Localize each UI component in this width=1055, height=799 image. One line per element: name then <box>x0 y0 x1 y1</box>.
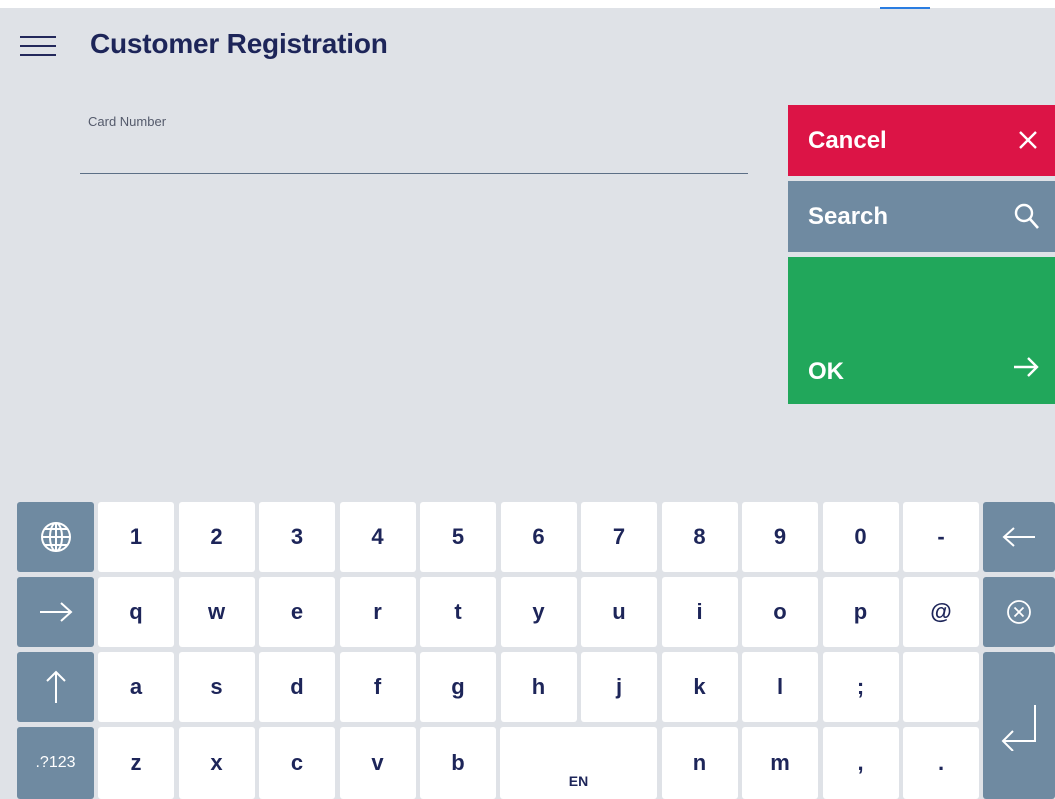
key-u[interactable]: u <box>581 577 657 647</box>
backspace-arrow-icon[interactable] <box>983 502 1055 572</box>
key-t[interactable]: t <box>420 577 496 647</box>
key-,[interactable]: , <box>822 727 899 799</box>
card-number-input[interactable] <box>80 136 748 174</box>
key-blank[interactable] <box>903 652 979 722</box>
key-k[interactable]: k <box>661 652 738 722</box>
key-x[interactable]: x <box>178 727 255 799</box>
shift-arrow-icon[interactable] <box>17 652 94 722</box>
key-;[interactable]: ; <box>822 652 899 722</box>
key-7[interactable]: 7 <box>581 502 657 572</box>
key-0[interactable]: 0 <box>822 502 899 572</box>
key-.[interactable]: . <box>903 727 979 799</box>
key-a[interactable]: a <box>98 652 174 722</box>
key-8[interactable]: 8 <box>661 502 738 572</box>
key-d[interactable]: d <box>259 652 335 722</box>
key-3[interactable]: 3 <box>259 502 335 572</box>
enter-icon[interactable] <box>983 652 1055 799</box>
page-title: Customer Registration <box>90 28 388 59</box>
key-v[interactable]: v <box>339 727 416 799</box>
hamburger-menu-icon[interactable] <box>20 32 56 60</box>
key-i[interactable]: i <box>661 577 738 647</box>
key-l[interactable]: l <box>742 652 818 722</box>
top-strip <box>0 0 1055 9</box>
key-c[interactable]: c <box>259 727 335 799</box>
key-j[interactable]: j <box>581 652 657 722</box>
key-4[interactable]: 4 <box>339 502 416 572</box>
close-icon <box>1015 127 1041 160</box>
key-1[interactable]: 1 <box>98 502 174 572</box>
key--[interactable]: - <box>903 502 979 572</box>
key-g[interactable]: g <box>420 652 496 722</box>
key-9[interactable]: 9 <box>742 502 818 572</box>
symbols-key[interactable]: .?123 <box>17 727 94 799</box>
ok-button-label: OK <box>808 358 844 385</box>
search-button[interactable]: Search <box>788 181 1055 252</box>
clear-x-icon[interactable] <box>983 577 1055 647</box>
header: Customer Registration <box>0 8 1055 84</box>
key-p[interactable]: p <box>822 577 899 647</box>
key-f[interactable]: f <box>339 652 416 722</box>
key-n[interactable]: n <box>661 727 738 799</box>
globe-icon[interactable] <box>17 502 94 572</box>
tab-arrow-icon[interactable] <box>17 577 94 647</box>
arrow-right-icon <box>1011 352 1041 389</box>
key-6[interactable]: 6 <box>500 502 577 572</box>
key-e[interactable]: e <box>259 577 335 647</box>
key-m[interactable]: m <box>742 727 818 799</box>
key-o[interactable]: o <box>742 577 818 647</box>
key-y[interactable]: y <box>500 577 577 647</box>
on-screen-keyboard: .?123 EN 1 2 3 4 5 6 7 8 9 0- q w e r t y u i o p @ a s d f g h j k l… <box>0 499 1055 799</box>
search-button-label: Search <box>808 203 889 230</box>
key-2[interactable]: 2 <box>178 502 255 572</box>
key-b[interactable]: b <box>420 727 496 799</box>
key-s[interactable]: s <box>178 652 255 722</box>
cancel-button-label: Cancel <box>808 127 887 154</box>
key-h[interactable]: h <box>500 652 577 722</box>
cancel-button[interactable]: Cancel <box>788 105 1055 176</box>
key-5[interactable]: 5 <box>420 502 496 572</box>
ok-button[interactable]: OK <box>788 257 1055 404</box>
search-icon <box>1013 201 1041 238</box>
card-number-label: Card Number <box>88 114 167 129</box>
key-@[interactable]: @ <box>903 577 979 647</box>
space-key[interactable]: EN <box>500 727 657 799</box>
key-z[interactable]: z <box>98 727 174 799</box>
key-q[interactable]: q <box>98 577 174 647</box>
key-w[interactable]: w <box>178 577 255 647</box>
key-r[interactable]: r <box>339 577 416 647</box>
